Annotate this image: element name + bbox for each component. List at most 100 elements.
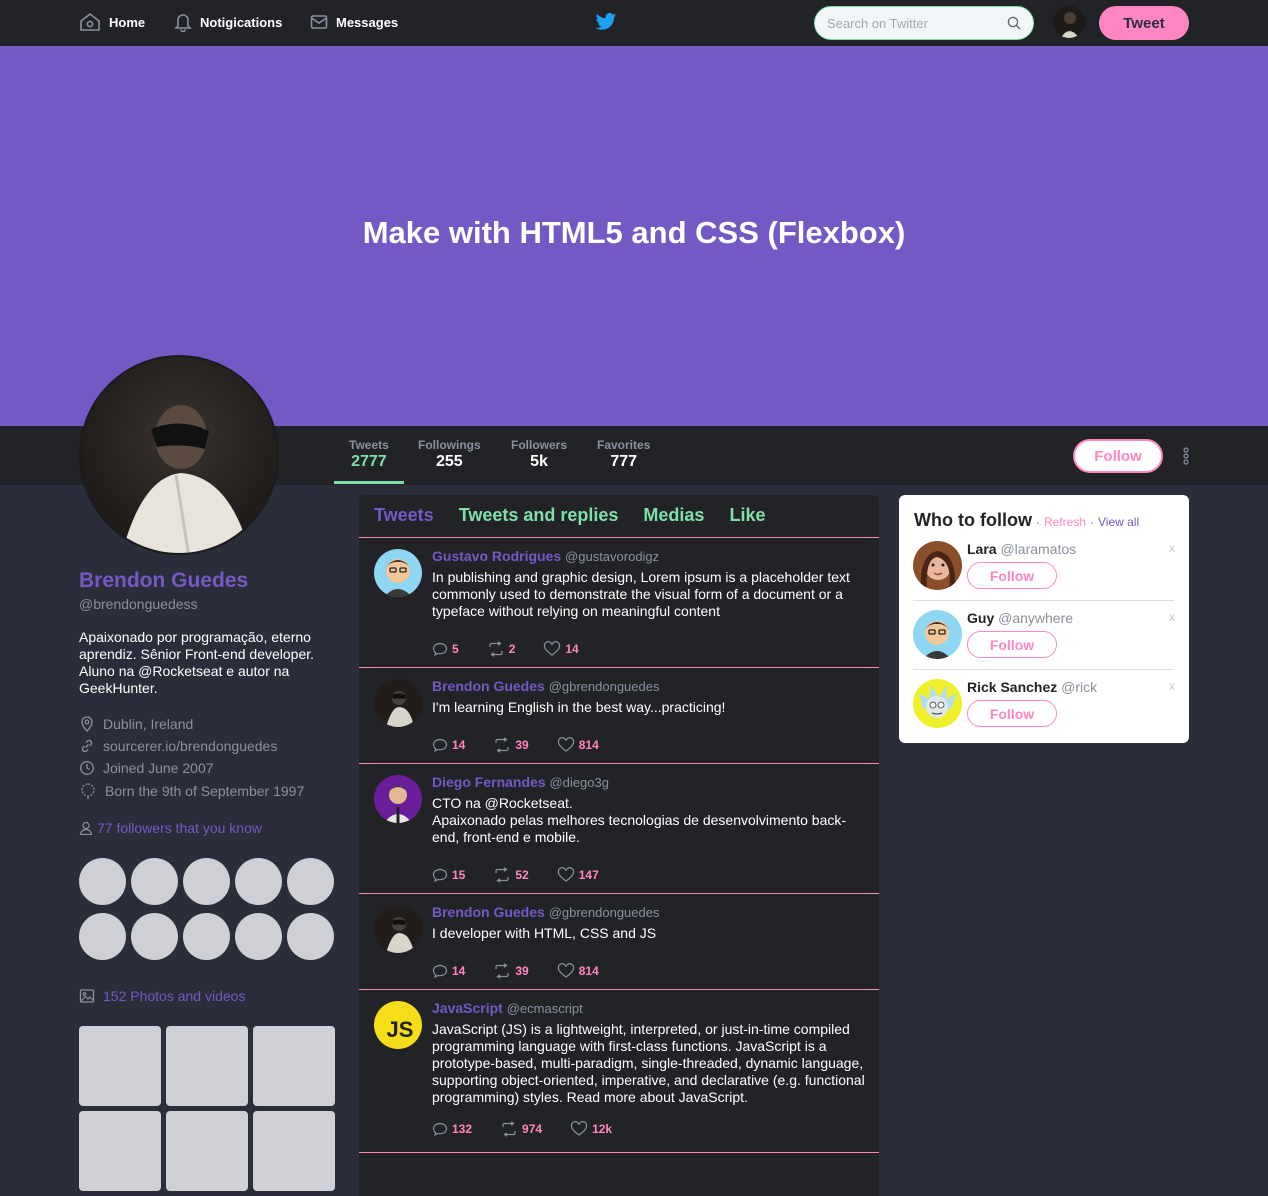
like-action[interactable]: 12k — [570, 1121, 612, 1137]
follow-suggestion-button[interactable]: Follow — [967, 562, 1057, 589]
profile-location: Dublin, Ireland — [79, 716, 193, 732]
follower-avatar[interactable] — [287, 858, 334, 905]
reply-action[interactable]: 5 — [432, 641, 459, 657]
tweet-handle[interactable]: @gbrendonguedes — [549, 905, 660, 920]
tweet-handle[interactable]: @ecmascript — [507, 1001, 583, 1016]
stat-followings[interactable]: Followings 255 — [418, 438, 481, 471]
like-count: 14 — [565, 642, 579, 656]
profile-website[interactable]: sourcerer.io/brendonguedes — [79, 738, 277, 754]
follow-profile-button[interactable]: Follow — [1073, 439, 1163, 473]
reply-action[interactable]: 14 — [432, 963, 465, 979]
tweet-handle[interactable]: @gbrendonguedes — [549, 679, 660, 694]
nav-messages[interactable]: Messages — [310, 0, 398, 44]
retweet-action[interactable]: 39 — [493, 737, 529, 753]
tweet-avatar[interactable] — [374, 679, 422, 727]
tweet-item[interactable]: Gustavo Rodrigues @gustavorodigz In publ… — [359, 537, 879, 667]
reply-action[interactable]: 132 — [432, 1121, 472, 1137]
follower-avatar[interactable] — [131, 858, 178, 905]
suggestion-avatar[interactable] — [913, 679, 962, 728]
follower-avatar[interactable] — [183, 858, 230, 905]
followers-you-know-text[interactable]: 77 followers that you know — [97, 820, 262, 836]
follow-suggestion-button[interactable]: Follow — [967, 631, 1057, 658]
twitter-bird-icon[interactable] — [595, 12, 617, 32]
stat-tweets[interactable]: Tweets 2777 — [349, 438, 389, 471]
follower-avatar[interactable] — [235, 913, 282, 960]
suggestion-handle[interactable]: @rick — [1061, 679, 1097, 695]
like-count: 814 — [578, 738, 599, 752]
like-action[interactable]: 814 — [557, 737, 599, 753]
tweet-avatar[interactable] — [374, 549, 422, 597]
view-all-link[interactable]: View all — [1098, 515, 1139, 529]
search-input[interactable] — [827, 15, 997, 31]
suggestion-name-text[interactable]: Rick Sanchez — [967, 679, 1057, 695]
tweet-item[interactable]: JS JavaScript @ecmascript JavaScript (JS… — [359, 989, 879, 1153]
photo-thumb[interactable] — [253, 1111, 335, 1191]
follower-avatar[interactable] — [183, 913, 230, 960]
refresh-link[interactable]: Refresh — [1044, 515, 1086, 529]
suggestion-handle[interactable]: @laramatos — [1000, 541, 1076, 557]
photos-videos-text[interactable]: 152 Photos and videos — [103, 988, 245, 1004]
tweet-handle[interactable]: @gustavorodigz — [565, 549, 659, 564]
tweet-author[interactable]: Gustavo Rodrigues — [432, 548, 561, 564]
tweet-avatar[interactable]: JS — [374, 1001, 422, 1049]
reply-action[interactable]: 14 — [432, 737, 465, 753]
more-options-icon[interactable] — [1182, 447, 1190, 465]
suggestion-avatar[interactable] — [913, 541, 962, 590]
tweet-button[interactable]: Tweet — [1099, 6, 1189, 40]
tweet-avatar[interactable] — [374, 775, 422, 823]
followers-you-know[interactable]: 77 followers that you know — [79, 820, 262, 836]
tweet-item[interactable]: Diego Fernandes @diego3g CTO na @Rockets… — [359, 763, 879, 893]
profile-avatar[interactable] — [79, 355, 279, 555]
tweet-author[interactable]: Diego Fernandes — [432, 774, 546, 790]
suggestion-handle[interactable]: @anywhere — [998, 610, 1073, 626]
retweet-action[interactable]: 52 — [493, 867, 529, 883]
photo-thumb[interactable] — [79, 1026, 161, 1106]
retweet-action[interactable]: 39 — [493, 963, 529, 979]
website-text[interactable]: sourcerer.io/brendonguedes — [103, 738, 277, 754]
photo-thumb[interactable] — [79, 1111, 161, 1191]
tab-tweets[interactable]: Tweets — [374, 505, 434, 526]
tab-medias[interactable]: Medias — [643, 505, 704, 526]
tweet-author[interactable]: Brendon Guedes — [432, 678, 545, 694]
photo-thumb[interactable] — [166, 1111, 248, 1191]
follower-avatar[interactable] — [79, 913, 126, 960]
retweet-action[interactable]: 974 — [500, 1121, 542, 1137]
suggestion-name-text[interactable]: Guy — [967, 610, 994, 626]
stat-followers[interactable]: Followers 5k — [511, 438, 567, 471]
reply-action[interactable]: 15 — [432, 867, 465, 883]
follower-avatar[interactable] — [79, 858, 126, 905]
photo-thumb[interactable] — [166, 1026, 248, 1106]
tab-like[interactable]: Like — [729, 505, 765, 526]
stat-value: 777 — [610, 453, 638, 470]
search-icon[interactable] — [1007, 16, 1021, 30]
suggestion-avatar[interactable] — [913, 610, 962, 659]
dismiss-suggestion-icon[interactable]: x — [1169, 679, 1175, 693]
follow-suggestion-button[interactable]: Follow — [967, 700, 1057, 727]
nav-notifications[interactable]: Notigications — [174, 0, 282, 44]
tweet-item[interactable]: Brendon Guedes @gbrendonguedes I develop… — [359, 893, 879, 989]
dismiss-suggestion-icon[interactable]: x — [1169, 541, 1175, 555]
search-box[interactable] — [814, 6, 1034, 40]
follower-avatar[interactable] — [287, 913, 334, 960]
tweet-author[interactable]: JavaScript — [432, 1000, 503, 1016]
reply-icon — [432, 642, 448, 657]
link-icon — [81, 739, 93, 753]
suggestion-name-text[interactable]: Lara — [967, 541, 997, 557]
follower-avatar[interactable] — [131, 913, 178, 960]
tweet-item[interactable]: Brendon Guedes @gbrendonguedes I'm learn… — [359, 667, 879, 763]
dismiss-suggestion-icon[interactable]: x — [1169, 610, 1175, 624]
follower-avatar[interactable] — [235, 858, 282, 905]
tab-tweets-and-replies[interactable]: Tweets and replies — [459, 505, 619, 526]
photo-thumb[interactable] — [253, 1026, 335, 1106]
tweet-handle[interactable]: @diego3g — [549, 775, 608, 790]
tweet-avatar[interactable] — [374, 905, 422, 953]
photos-videos-link[interactable]: 152 Photos and videos — [79, 988, 245, 1004]
nav-home[interactable]: Home — [79, 0, 145, 44]
like-action[interactable]: 14 — [543, 641, 579, 657]
like-action[interactable]: 147 — [557, 867, 599, 883]
like-action[interactable]: 814 — [557, 963, 599, 979]
tweet-author[interactable]: Brendon Guedes — [432, 904, 545, 920]
user-avatar[interactable] — [1053, 6, 1085, 38]
stat-favorites[interactable]: Favorites 777 — [597, 438, 650, 471]
retweet-action[interactable]: 2 — [487, 641, 515, 657]
